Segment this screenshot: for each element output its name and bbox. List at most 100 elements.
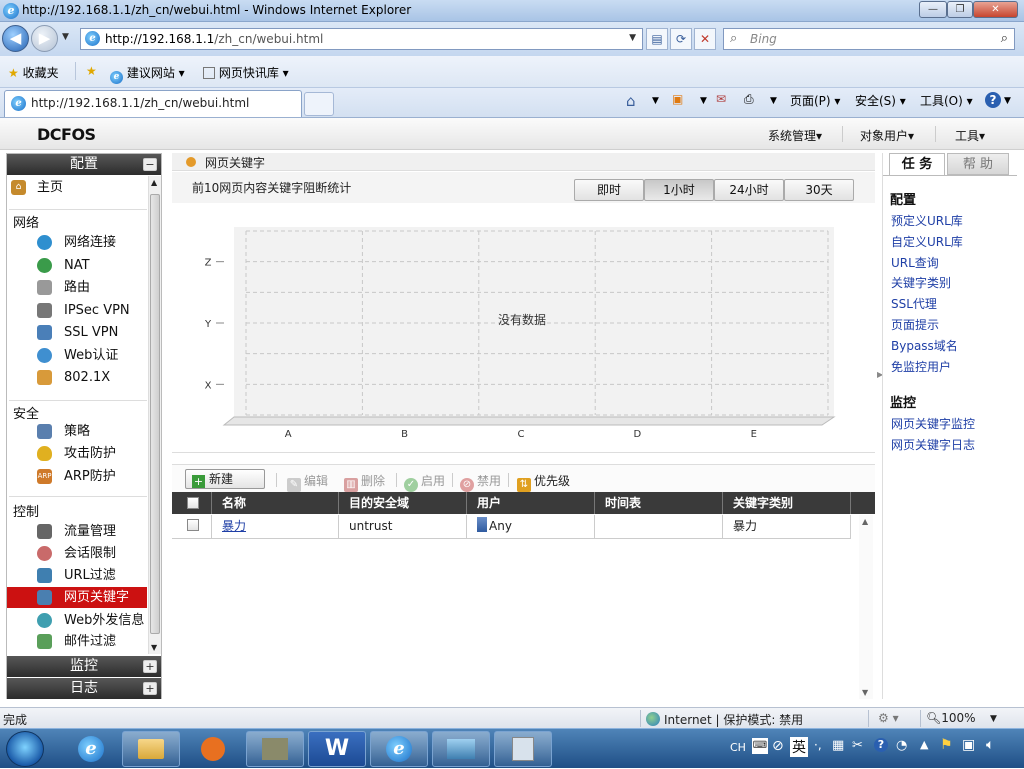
expand-icon[interactable]: + (143, 660, 157, 673)
action-center-flag-icon[interactable]: ⚑ (940, 737, 953, 753)
home-icon[interactable]: ⌂ (626, 92, 636, 110)
softkeyboard-icon[interactable]: ▦ (832, 738, 844, 753)
column-header-keyword-category[interactable]: 关键字类别 (723, 492, 851, 514)
prohibit-icon[interactable]: ⊘ (772, 738, 784, 754)
feeds-dropdown-icon[interactable]: ▼ (700, 96, 707, 106)
range-1h-button[interactable]: 1小时 (644, 179, 714, 201)
sidebar-item-routing[interactable]: 路由 (7, 277, 147, 298)
column-header-schedule[interactable]: 时间表 (595, 492, 723, 514)
menu-system-admin[interactable]: 系统管理▾ (768, 127, 822, 144)
new-button[interactable]: + 新建 (185, 469, 265, 489)
sidebar-item-policy[interactable]: 策略 (7, 421, 147, 442)
taskbar-app-1[interactable] (246, 731, 304, 767)
tab-help[interactable]: 帮 助 (947, 153, 1009, 175)
edit-button[interactable]: ✎ 编辑 (287, 472, 328, 492)
help-dropdown-icon[interactable]: ▼ (1004, 96, 1011, 106)
close-window-button[interactable]: ✕ (973, 1, 1018, 18)
favorites-button[interactable]: ★ 收藏夹 (8, 64, 59, 81)
header-select-all[interactable] (172, 492, 212, 514)
scroll-down-icon[interactable]: ▼ (151, 643, 157, 652)
range-realtime-button[interactable]: 即时 (574, 179, 644, 201)
enable-button[interactable]: ✓ 启用 (404, 472, 445, 492)
sidebar-item-ssl-vpn[interactable]: SSL VPN (7, 322, 147, 343)
sidebar-item-url-filter[interactable]: URL过滤 (7, 565, 147, 586)
sidebar-head-log[interactable]: 日志 + (7, 678, 161, 699)
zoom-dropdown-icon[interactable]: ▼ (990, 714, 997, 724)
taskbar-ie-pinned[interactable]: e (62, 731, 120, 767)
taskbar-explorer[interactable] (122, 731, 180, 767)
link-predefined-url[interactable]: 预定义URL库 (891, 212, 963, 229)
sidebar-item-session-limit[interactable]: 会话限制 (7, 543, 147, 564)
sidebar-item-arp-defense[interactable]: ARP ARP防护 (7, 466, 147, 487)
tools-menu[interactable]: 工具(O) ▾ (920, 92, 973, 109)
sidebar-item-mail-filter[interactable]: 邮件过滤 (7, 631, 147, 652)
taskbar-ie-window[interactable]: e (370, 731, 428, 767)
collapse-icon[interactable]: − (143, 158, 157, 171)
row-checkbox[interactable] (187, 519, 199, 531)
sidebar-item-traffic-mgmt[interactable]: 流量管理 (7, 521, 147, 542)
link-keyword-monitor[interactable]: 网页关键字监控 (891, 415, 975, 432)
link-ssl-proxy[interactable]: SSL代理 (891, 295, 937, 312)
help-icon[interactable]: ? (874, 738, 888, 752)
link-keyword-category[interactable]: 关键字类别 (891, 274, 951, 291)
sidebar-item-attack-defense[interactable]: 攻击防护 (7, 443, 147, 464)
sidebar-item-home[interactable]: ⌂ 主页 (7, 177, 147, 198)
link-custom-url[interactable]: 自定义URL库 (891, 233, 963, 250)
sidebar-item-network-connection[interactable]: 网络连接 (7, 232, 147, 253)
expand-icon[interactable]: + (143, 682, 157, 695)
table-row-select[interactable] (172, 515, 212, 539)
help-icon[interactable]: ? (985, 92, 1001, 108)
punctuation-icon[interactable]: ·, (814, 738, 822, 752)
new-tab-button[interactable] (304, 92, 334, 116)
taskbar-media-player[interactable] (184, 731, 242, 767)
sidebar-scrollbar[interactable]: ▲ ▼ (148, 176, 161, 654)
menu-tools[interactable]: 工具▾ (955, 127, 985, 144)
sidebar-item-nat[interactable]: NAT (7, 255, 147, 276)
safety-menu[interactable]: 安全(S) ▾ (855, 92, 906, 109)
stop-icon[interactable]: ✕ (694, 28, 716, 50)
volume-icon[interactable]: 🔈︎ (986, 737, 994, 753)
sidebar-item-ipsec-vpn[interactable]: IPSec VPN (7, 300, 147, 321)
link-keyword-log[interactable]: 网页关键字日志 (891, 436, 975, 453)
print-dropdown-icon[interactable]: ▼ (770, 96, 777, 106)
link-exempt-users[interactable]: 免监控用户 (891, 358, 951, 375)
scroll-up-icon[interactable]: ▲ (862, 517, 868, 526)
tab-task[interactable]: 任 务 (889, 153, 945, 175)
link-bypass-domain[interactable]: Bypass域名 (891, 337, 958, 354)
range-30d-button[interactable]: 30天 (784, 179, 854, 201)
tab-current[interactable]: e http://192.168.1.1/zh_cn/webui.html (4, 90, 302, 117)
sidebar-item-web-keyword[interactable]: 网页关键字 (7, 587, 147, 608)
priority-button[interactable]: ⇅ 优先级 (517, 472, 570, 492)
select-all-checkbox[interactable] (187, 497, 199, 509)
add-favorite-icon[interactable]: ★ (86, 64, 97, 78)
security-settings-icon[interactable]: ⚙ ▾ (878, 711, 899, 725)
print-icon[interactable]: ⎙ (744, 92, 754, 107)
tray-lang[interactable]: CH (730, 741, 746, 754)
forward-button[interactable]: ▶ (31, 25, 58, 52)
scroll-up-icon[interactable]: ▲ (151, 178, 157, 187)
taskbar-app-2[interactable] (494, 731, 552, 767)
tray-icon[interactable]: ◔ (896, 738, 907, 753)
search-field[interactable]: ⌕ Bing ⌕ (723, 28, 1015, 50)
network-icon[interactable]: ▣ (962, 737, 975, 753)
compat-view-icon[interactable]: ▤ (646, 28, 668, 50)
feeds-icon[interactable]: ▣ (672, 92, 683, 106)
fav-web-slice[interactable]: 网页快讯库 ▾ (203, 64, 289, 81)
home-dropdown-icon[interactable]: ▼ (652, 96, 659, 106)
tools-icon[interactable]: ✂ (852, 738, 863, 753)
column-header-name[interactable]: 名称 (212, 492, 339, 514)
search-icon[interactable]: ⌕ (1001, 31, 1008, 46)
minimize-button[interactable]: — (919, 1, 947, 18)
table-cell-name-link[interactable]: 暴力 (212, 515, 339, 539)
address-dropdown-icon[interactable]: ▼ (629, 33, 636, 43)
history-dropdown-icon[interactable]: ▼ (62, 32, 69, 42)
refresh-icon[interactable]: ⟳ (670, 28, 692, 50)
link-url-query[interactable]: URL查询 (891, 254, 939, 271)
tray-ime-mode[interactable]: 英 (790, 737, 808, 757)
range-24h-button[interactable]: 24小时 (714, 179, 784, 201)
table-scrollbar[interactable]: ▲ ▼ (859, 515, 873, 699)
delete-button[interactable]: ▥ 删除 (344, 472, 385, 492)
column-header-dest-zone[interactable]: 目的安全域 (339, 492, 467, 514)
scroll-down-icon[interactable]: ▼ (862, 688, 868, 697)
menu-object-user[interactable]: 对象用户▾ (860, 127, 914, 144)
